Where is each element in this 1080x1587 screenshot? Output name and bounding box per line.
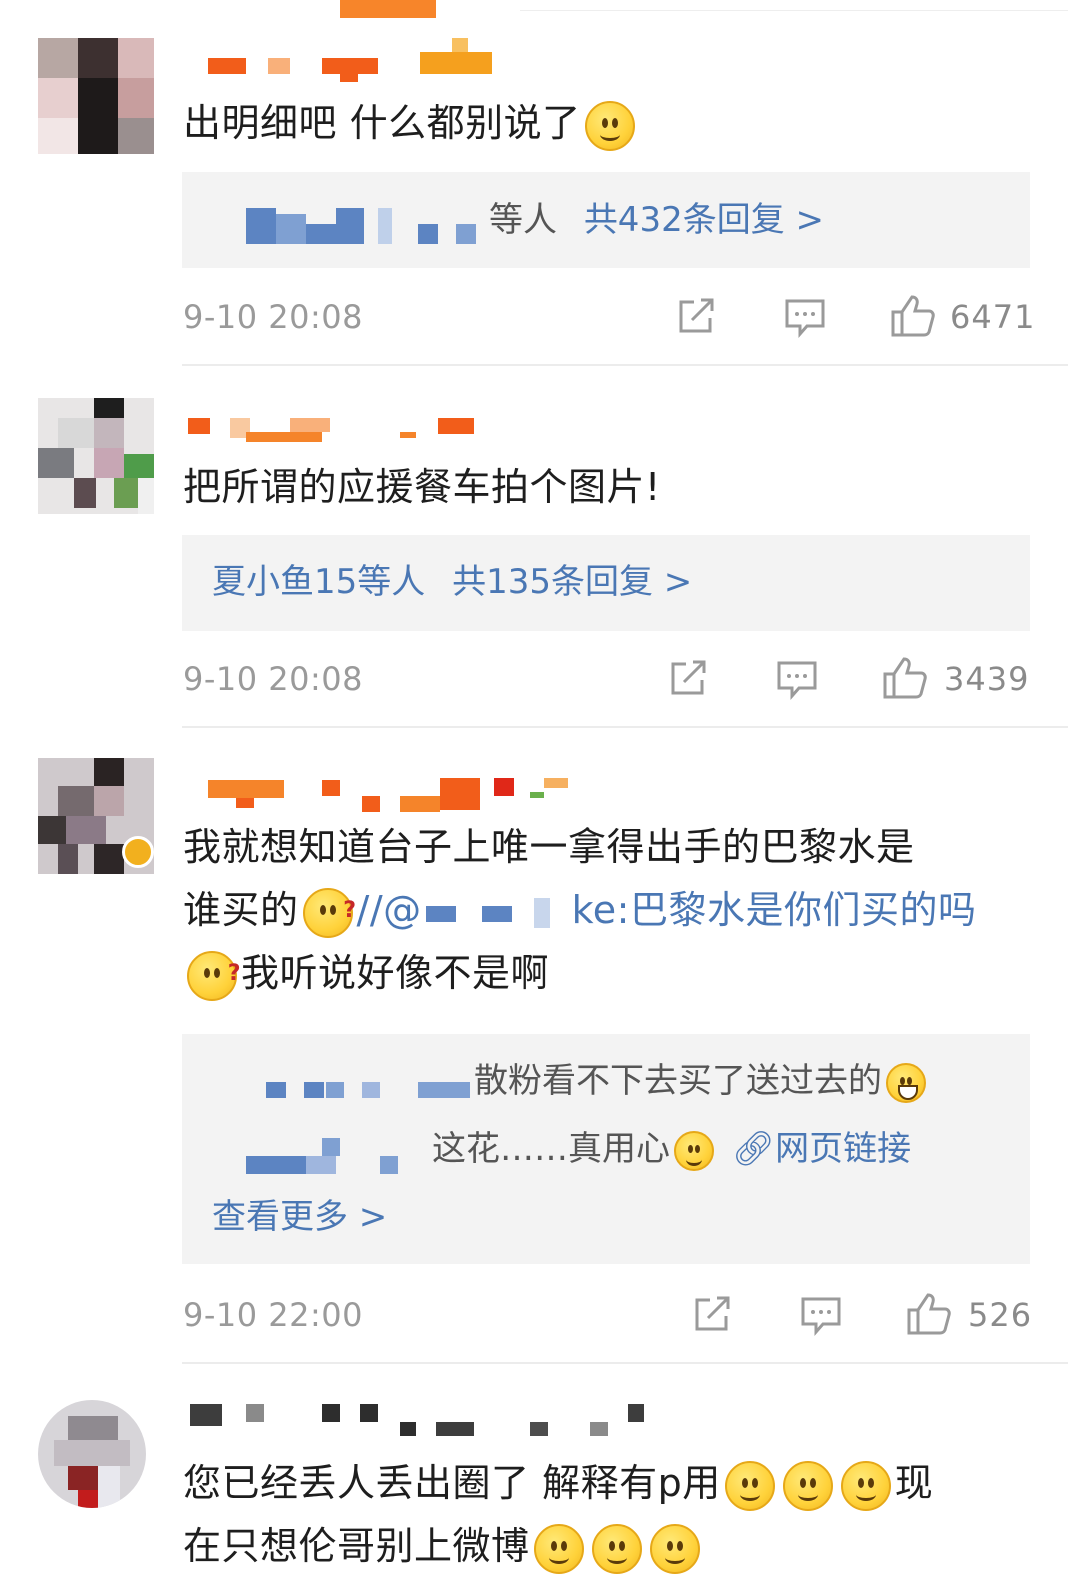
thinking-emoji-icon: ? <box>187 950 240 1001</box>
divider <box>182 1362 1068 1364</box>
comment-text-line: 您已经丢人丢出圈了 解释有p用现 <box>183 1452 933 1514</box>
like-count: 6471 <box>950 298 1036 336</box>
like-count: 3439 <box>944 660 1030 698</box>
pixelated-username-top <box>340 0 436 18</box>
smile-emoji-icon <box>649 1523 700 1574</box>
reply-names-link[interactable]: 夏小鱼15等人 <box>212 562 425 602</box>
comment-icon[interactable] <box>776 660 818 704</box>
reply-text: 散粉看不下去买了送过去的 <box>474 1058 930 1104</box>
thumbs-up-icon[interactable] <box>906 1292 952 1340</box>
thumbs-up-icon[interactable] <box>882 656 928 704</box>
reply-total-link[interactable]: 共432条回复 > <box>584 200 824 240</box>
reply-preview[interactable]: 夏小鱼15等人 共135条回复 > <box>182 535 1030 631</box>
thumbs-up-icon[interactable] <box>890 294 936 342</box>
like-count: 526 <box>968 1296 1033 1334</box>
comment-text: 把所谓的应援餐车拍个图片! <box>183 465 661 509</box>
share-icon[interactable] <box>668 658 710 702</box>
comment-icon[interactable] <box>800 1296 842 1340</box>
reply-preview[interactable]: 散粉看不下去买了送过去的 这花……真用心 🔗︎网页链接 查看更多 > <box>182 1034 1030 1264</box>
comment-icon[interactable] <box>784 298 826 342</box>
verified-badge-icon <box>122 836 154 868</box>
comment-text-line: 在只想伦哥别上微博 <box>183 1515 704 1577</box>
view-more-link[interactable]: 查看更多 > <box>212 1194 387 1240</box>
grin-emoji-icon <box>886 1062 926 1103</box>
avatar[interactable] <box>38 758 154 874</box>
thinking-emoji-icon: ? <box>302 887 356 938</box>
smile-emoji-icon <box>724 1460 775 1511</box>
timestamp: 9-10 22:00 <box>183 1296 364 1334</box>
divider <box>182 364 1068 366</box>
smile-emoji-icon <box>840 1460 891 1511</box>
smile-emoji-icon <box>591 1523 642 1574</box>
pixelated-mention <box>422 897 572 928</box>
comment-text-line: ? 我听说好像不是啊 <box>183 942 549 1004</box>
divider <box>182 726 1068 728</box>
divider <box>520 10 1068 11</box>
smile-emoji-icon <box>533 1523 584 1574</box>
pixelated-reply-name <box>266 1082 286 1098</box>
reply-suffix: 等人 <box>489 200 557 240</box>
reply-text: 这花……真用心 🔗︎网页链接 <box>432 1129 912 1171</box>
avatar[interactable] <box>38 398 154 514</box>
smile-emoji-icon <box>674 1130 714 1171</box>
pixelated-reply-name <box>246 1156 306 1174</box>
timestamp: 9-10 20:08 <box>183 298 364 336</box>
link-icon: 🔗︎ <box>732 1129 776 1169</box>
avatar[interactable] <box>38 1400 146 1508</box>
avatar[interactable] <box>38 38 154 154</box>
pixelated-reply-names <box>246 208 276 244</box>
comment-text-line: 谁买的?//@ ke:巴黎水是你们买的吗 <box>183 879 976 941</box>
share-icon[interactable] <box>692 1294 734 1338</box>
comment-text-line: 我就想知道台子上唯一拿得出手的巴黎水是 <box>183 825 915 869</box>
timestamp: 9-10 20:08 <box>183 660 364 698</box>
web-link[interactable]: 🔗︎网页链接 <box>732 1129 911 1169</box>
smile-emoji-icon <box>584 100 635 151</box>
reply-total-link[interactable]: 共135条回复 > <box>452 562 692 602</box>
mention-link[interactable]: //@ <box>357 888 422 932</box>
share-icon[interactable] <box>676 296 718 340</box>
comment-text: 出明细吧 什么都别说了 <box>183 92 639 154</box>
reply-preview[interactable]: 等人 共432条回复 > <box>182 172 1030 268</box>
smile-emoji-icon <box>782 1460 833 1511</box>
